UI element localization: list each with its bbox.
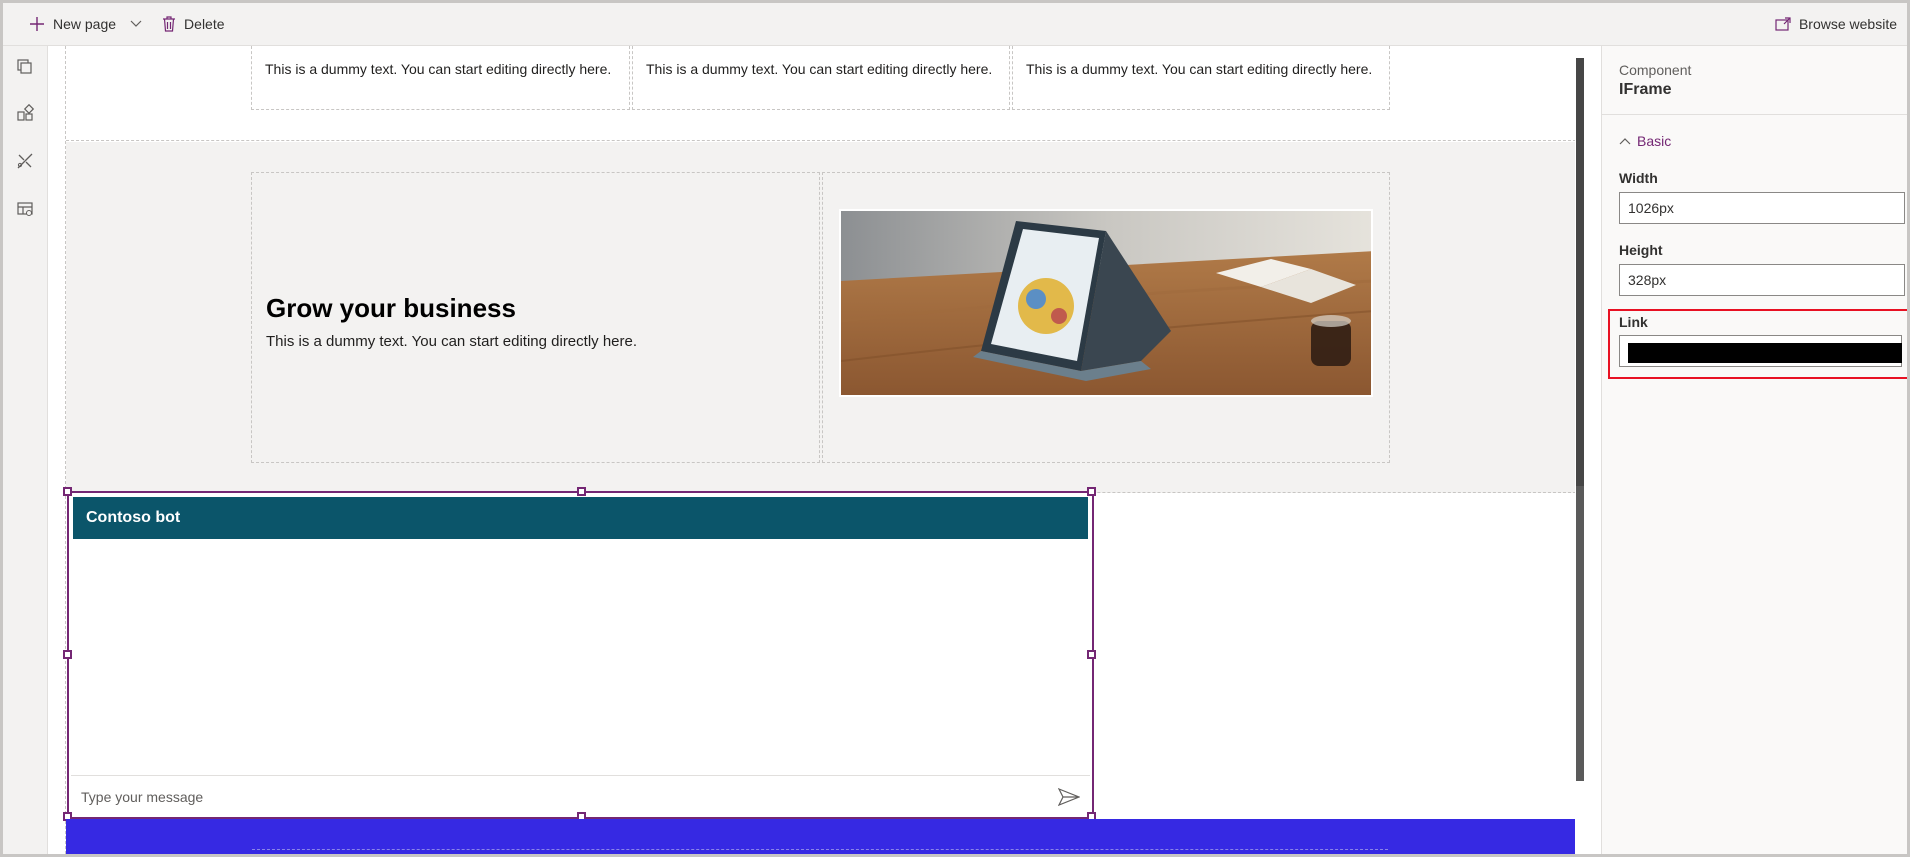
- command-bar: New page Delete Browse website: [3, 3, 1907, 46]
- height-field[interactable]: 328px: [1619, 264, 1905, 296]
- new-page-button[interactable]: New page: [3, 3, 152, 45]
- panel-title: IFrame: [1619, 81, 1672, 98]
- canvas-scrollbar-track-lower[interactable]: [1576, 486, 1584, 781]
- hero-title[interactable]: Grow your business: [266, 293, 516, 324]
- resize-handle-right[interactable]: [1087, 650, 1096, 659]
- bot-chat-area: [69, 539, 1092, 771]
- bot-header: Contoso bot: [73, 497, 1088, 539]
- text-column[interactable]: This is a dummy text. You can start edit…: [632, 46, 1010, 110]
- chevron-down-icon[interactable]: [130, 20, 142, 28]
- delete-label: Delete: [184, 16, 225, 32]
- bot-input-placeholder: Type your message: [81, 789, 204, 805]
- resize-handle-top-right[interactable]: [1087, 487, 1096, 496]
- hero-image-cell[interactable]: [822, 172, 1390, 463]
- properties-panel: Component IFrame Basic Width 1026px Heig…: [1601, 46, 1907, 854]
- trash-icon: [163, 16, 176, 32]
- link-label: Link: [1619, 314, 1648, 330]
- resize-handle-top-left[interactable]: [63, 487, 72, 496]
- left-rail: [3, 46, 48, 854]
- delete-button[interactable]: Delete: [152, 3, 234, 45]
- hero-text[interactable]: This is a dummy text. You can start edit…: [266, 333, 637, 350]
- text-columns-section[interactable]: This is a dummy text. You can start edit…: [66, 46, 1576, 141]
- section-guide: [252, 849, 1388, 850]
- text-column[interactable]: This is a dummy text. You can start edit…: [251, 46, 630, 110]
- chevron-up-icon: [1619, 138, 1631, 145]
- hero-section[interactable]: Grow your business This is a dummy text.…: [66, 142, 1576, 493]
- page-canvas: This is a dummy text. You can start edit…: [48, 46, 1601, 854]
- styling-icon[interactable]: [16, 152, 34, 170]
- link-field[interactable]: [1619, 335, 1902, 367]
- send-icon[interactable]: [1058, 788, 1080, 806]
- iframe-component-selected[interactable]: Contoso bot Type your message: [63, 487, 1096, 821]
- column-text: This is a dummy text. You can start edit…: [1026, 61, 1373, 77]
- resize-handle-top[interactable]: [577, 487, 586, 496]
- height-value: 328px: [1628, 272, 1667, 288]
- canvas-content: This is a dummy text. You can start edit…: [63, 46, 1576, 854]
- browse-website-label: Browse website: [1798, 16, 1897, 32]
- link-value-redacted: [1628, 343, 1902, 363]
- text-column[interactable]: This is a dummy text. You can start edit…: [1012, 46, 1390, 110]
- data-icon[interactable]: [16, 200, 34, 218]
- basic-section-toggle[interactable]: Basic: [1619, 133, 1671, 149]
- panel-subtitle: Component: [1619, 62, 1692, 78]
- column-text: This is a dummy text. You can start edit…: [646, 61, 993, 77]
- blue-section[interactable]: [66, 819, 1576, 854]
- canvas-scrollbar-thumb[interactable]: [1576, 58, 1584, 486]
- app-window: New page Delete Browse website This is a…: [0, 0, 1910, 857]
- panel-divider: [1602, 114, 1907, 115]
- width-label: Width: [1619, 170, 1658, 186]
- hero-text-cell[interactable]: Grow your business This is a dummy text.…: [251, 172, 820, 463]
- height-label: Height: [1619, 242, 1663, 258]
- laptop-photo[interactable]: [839, 209, 1373, 397]
- new-page-label: New page: [53, 16, 117, 32]
- resize-handle-left[interactable]: [63, 650, 72, 659]
- pages-icon[interactable]: [16, 58, 34, 76]
- plus-icon: [30, 17, 44, 31]
- column-text: This is a dummy text. You can start edit…: [265, 61, 612, 77]
- open-external-icon: [1775, 17, 1791, 31]
- components-icon[interactable]: [16, 104, 34, 122]
- link-highlight-box: Link: [1608, 309, 1907, 379]
- basic-section-label: Basic: [1637, 133, 1672, 149]
- width-value: 1026px: [1628, 200, 1674, 216]
- width-field[interactable]: 1026px: [1619, 192, 1905, 224]
- browse-website-button[interactable]: Browse website: [1765, 3, 1907, 45]
- bot-message-input[interactable]: Type your message: [71, 775, 1090, 817]
